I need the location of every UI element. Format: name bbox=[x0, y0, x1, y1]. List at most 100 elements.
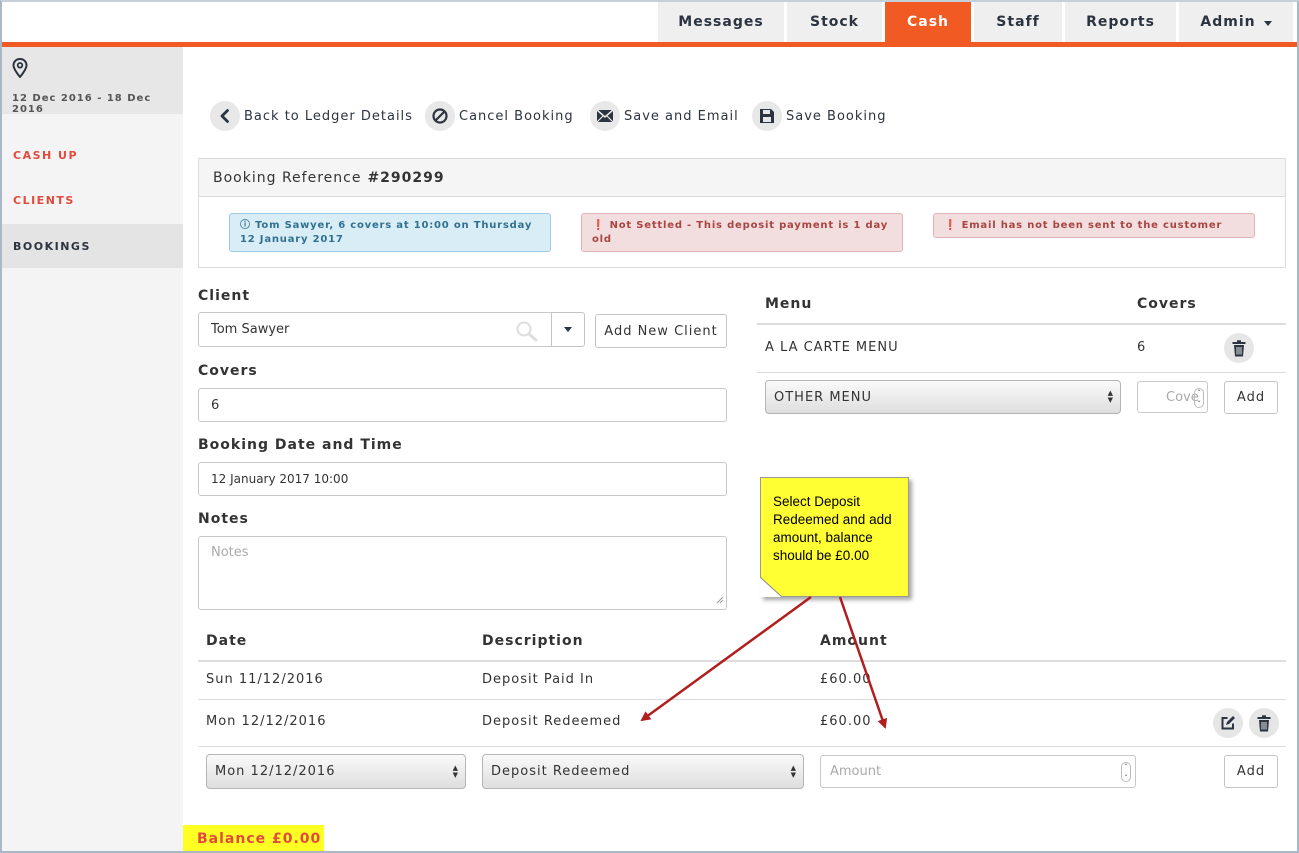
sidebar-header: 12 Dec 2016 - 18 Dec 2016 bbox=[2, 47, 183, 115]
resize-handle-icon[interactable] bbox=[716, 593, 724, 608]
ledger-row-description: Deposit Paid In bbox=[482, 672, 595, 687]
sidebar-item-label: BOOKINGS bbox=[13, 239, 91, 253]
alert-text: Email has not been sent to the customer bbox=[961, 220, 1223, 231]
spinner-icon[interactable]: ⌃ ⌄ bbox=[1194, 388, 1204, 408]
edit-icon[interactable] bbox=[1213, 708, 1243, 738]
ledger-date-select[interactable]: Mon 12/12/2016 ▲ ▼ bbox=[206, 754, 466, 789]
alert-text: Not Settled - This deposit payment is 1 … bbox=[592, 220, 889, 245]
save-and-email-button[interactable]: Save and Email bbox=[590, 101, 739, 131]
booking-datetime-input[interactable]: 12 January 2017 10:00 bbox=[198, 462, 727, 496]
tab-cash[interactable]: Cash bbox=[885, 2, 971, 42]
tab-label: Messages bbox=[678, 14, 764, 30]
menu-select[interactable]: OTHER MENU ▲ ▼ bbox=[765, 380, 1121, 414]
cancel-booking-button[interactable]: Cancel Booking bbox=[425, 101, 574, 131]
tab-label: Stock bbox=[809, 14, 859, 30]
tab-staff[interactable]: Staff bbox=[974, 2, 1062, 42]
booking-reference-label: Booking Reference bbox=[213, 169, 362, 186]
note-fold-icon bbox=[760, 577, 782, 597]
description-column-header: Description bbox=[482, 633, 584, 649]
ledger-description-select[interactable]: Deposit Redeemed ▲ ▼ bbox=[482, 754, 804, 789]
trash-icon[interactable] bbox=[1224, 333, 1254, 363]
ledger-row-date: Mon 12/12/2016 bbox=[206, 714, 327, 729]
ledger-row-divider bbox=[198, 699, 1286, 700]
ledger-row-description: Deposit Redeemed bbox=[482, 714, 622, 729]
envelope-icon bbox=[590, 101, 620, 131]
arrow-to-description bbox=[640, 595, 812, 722]
add-new-client-button[interactable]: Add New Client bbox=[595, 314, 727, 348]
sidebar-item-clients[interactable]: CLIENTS bbox=[2, 178, 183, 222]
menu-row-name: A LA CARTE MENU bbox=[765, 340, 899, 355]
tab-label: Cash bbox=[906, 14, 950, 30]
sidebar-item-label: CLIENTS bbox=[13, 193, 75, 207]
map-pin-icon[interactable] bbox=[12, 57, 28, 82]
tab-label: Staff bbox=[996, 14, 1040, 30]
booking-reference-panel: Booking Reference #290299 ⓘ Tom Sawyer, … bbox=[198, 158, 1286, 268]
tab-messages[interactable]: Messages bbox=[658, 2, 784, 42]
action-label: Cancel Booking bbox=[459, 108, 574, 124]
ledger-date-value: Mon 12/12/2016 bbox=[215, 764, 336, 779]
tab-reports[interactable]: Reports bbox=[1065, 2, 1176, 42]
menu-row-divider bbox=[757, 372, 1286, 373]
add-menu-button[interactable]: Add bbox=[1224, 381, 1278, 414]
sidebar: 12 Dec 2016 - 18 Dec 2016 CASH UP CLIENT… bbox=[2, 47, 183, 851]
spinner-icon[interactable]: ⌃ ⌄ bbox=[1121, 762, 1131, 782]
caret-down-icon bbox=[1263, 20, 1272, 26]
balance-highlight: Balance £0.00 bbox=[183, 825, 324, 853]
menu-column-header: Menu bbox=[765, 296, 813, 312]
booking-reference-header: Booking Reference #290299 bbox=[199, 159, 1285, 197]
updown-arrows-icon: ▲ ▼ bbox=[790, 763, 797, 779]
notes-label: Notes bbox=[198, 511, 249, 527]
chevron-left-icon bbox=[210, 101, 240, 131]
main-tabs: Messages Stock Cash Staff Reports Admin bbox=[658, 2, 1293, 42]
save-booking-button[interactable]: Save Booking bbox=[752, 101, 887, 131]
updown-arrows-icon: ▲ ▼ bbox=[452, 763, 459, 779]
ledger-amount-input[interactable]: Amount ⌃ ⌄ bbox=[820, 755, 1136, 788]
amount-column-header: Amount bbox=[820, 633, 888, 649]
ledger-row-amount: £60.00 bbox=[820, 672, 872, 687]
action-label: Save Booking bbox=[786, 108, 887, 124]
ledger-row-date: Sun 11/12/2016 bbox=[206, 672, 324, 687]
tab-label: Reports bbox=[1086, 14, 1155, 30]
search-icon bbox=[515, 320, 539, 346]
tab-label: Admin bbox=[1200, 14, 1256, 30]
menu-select-value: OTHER MENU bbox=[774, 389, 872, 405]
floppy-disk-icon bbox=[752, 101, 782, 131]
client-value: Tom Sawyer bbox=[211, 322, 290, 337]
annotation-text: Select Deposit Redeemed and add amount, … bbox=[773, 494, 892, 563]
nav-accent-bar bbox=[2, 42, 1297, 47]
menu-row-covers: 6 bbox=[1137, 340, 1147, 355]
action-label: Save and Email bbox=[624, 108, 739, 124]
ban-icon bbox=[425, 101, 455, 131]
date-column-header: Date bbox=[206, 633, 248, 649]
covers-column-header: Covers bbox=[1137, 296, 1197, 312]
booking-datetime-label: Booking Date and Time bbox=[198, 437, 403, 453]
action-label: Back to Ledger Details bbox=[244, 108, 413, 124]
alert-text: Tom Sawyer, 6 covers at 10:00 on Thursda… bbox=[240, 220, 533, 245]
not-settled-alert: ❗ Not Settled - This deposit payment is … bbox=[581, 213, 903, 252]
balance-text: Balance £0.00 bbox=[197, 831, 322, 847]
client-search-input[interactable]: Tom Sawyer bbox=[198, 312, 552, 347]
exclamation-circle-icon: ❗ bbox=[944, 220, 958, 231]
menu-covers-input[interactable]: Cove ⌃ ⌄ bbox=[1137, 381, 1208, 413]
ledger-header-divider bbox=[198, 660, 1286, 662]
notes-textarea[interactable]: Notes bbox=[198, 536, 727, 610]
exclamation-circle-icon: ❗ bbox=[592, 220, 606, 231]
covers-input[interactable]: 6 bbox=[198, 388, 727, 422]
back-to-ledger-button[interactable]: Back to Ledger Details bbox=[210, 101, 413, 131]
annotation-sticky-note: Select Deposit Redeemed and add amount, … bbox=[760, 477, 909, 597]
client-dropdown-toggle[interactable] bbox=[551, 312, 585, 347]
sidebar-item-cash-up[interactable]: CASH UP bbox=[2, 133, 183, 177]
client-label: Client bbox=[198, 288, 251, 304]
booking-datetime-value: 12 January 2017 10:00 bbox=[211, 472, 349, 486]
menu-header-divider bbox=[757, 323, 1286, 325]
sidebar-item-bookings[interactable]: BOOKINGS bbox=[2, 224, 183, 268]
add-ledger-button[interactable]: Add bbox=[1224, 755, 1278, 788]
trash-icon[interactable] bbox=[1249, 708, 1279, 738]
tab-admin[interactable]: Admin bbox=[1179, 2, 1293, 42]
booking-info-alert: ⓘ Tom Sawyer, 6 covers at 10:00 on Thurs… bbox=[229, 213, 551, 252]
notes-placeholder: Notes bbox=[211, 545, 249, 560]
updown-arrows-icon: ▲ ▼ bbox=[1107, 389, 1114, 404]
button-label: Add bbox=[1236, 764, 1266, 779]
tab-stock[interactable]: Stock bbox=[787, 2, 882, 42]
arrow-to-amount bbox=[838, 596, 888, 729]
